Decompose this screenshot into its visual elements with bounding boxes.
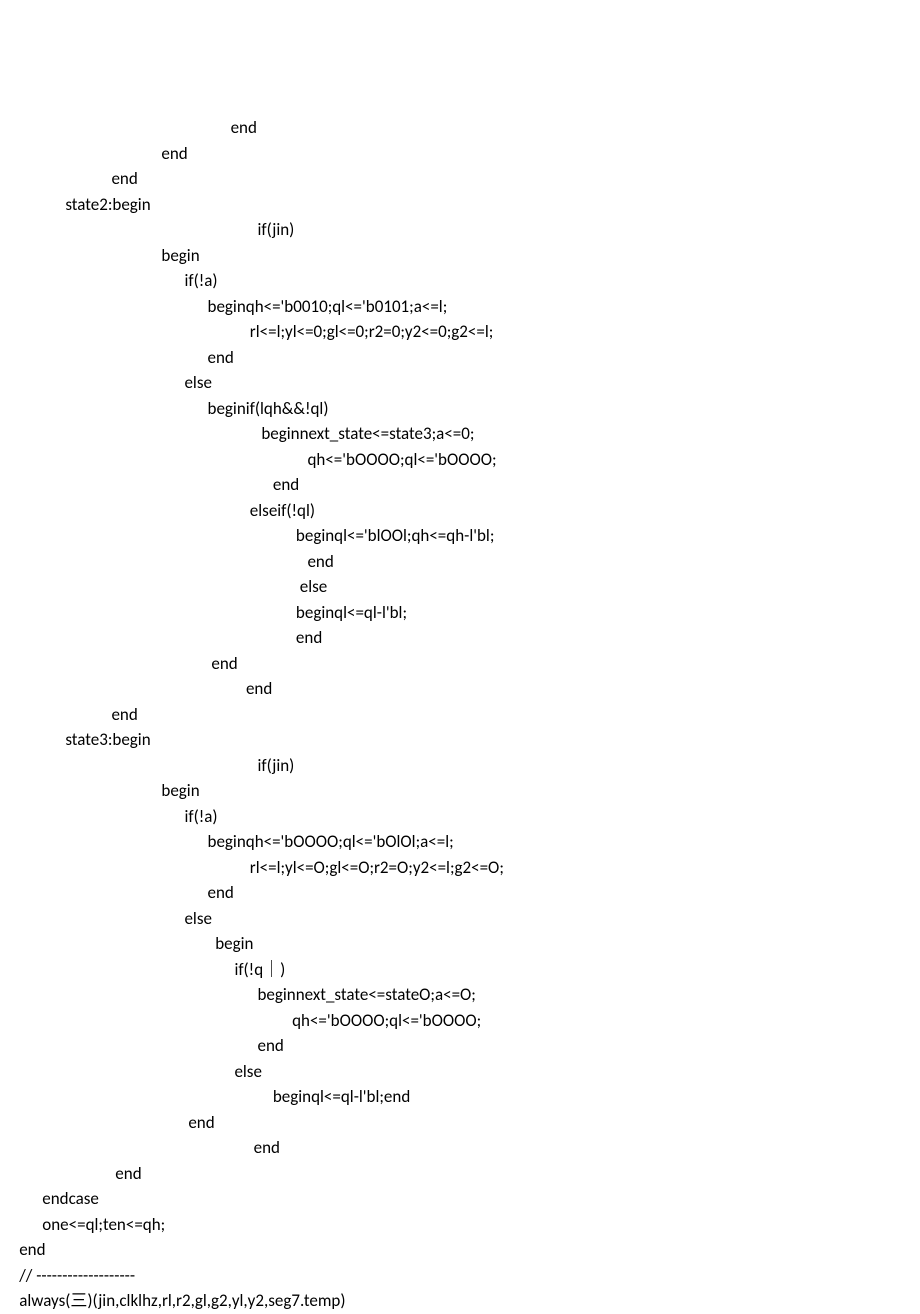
code-line: rl<=l;yl<=0;gl<=0;r2=0;y2<=0;g2<=l;: [0, 319, 920, 345]
code-line: qh<='bOOOO;ql<='bOOOO;: [0, 447, 920, 473]
code-line: beginql<='blOOl;qh<=qh-l'bl;: [0, 523, 920, 549]
code-line: else: [0, 574, 920, 600]
code-line: beginnext_state<=stateO;a<=O;: [0, 982, 920, 1008]
code-line: begin: [0, 931, 920, 957]
code-line: beginql<=ql-l'bl;: [0, 600, 920, 626]
code-line: end: [0, 549, 920, 575]
code-line: end: [0, 115, 920, 141]
code-line: else: [0, 1059, 920, 1085]
code-line: end: [0, 1033, 920, 1059]
code-line: end: [0, 651, 920, 677]
code-line: else: [0, 370, 920, 396]
code-line: beginqh<='b0010;ql<='b0101;a<=l;: [0, 294, 920, 320]
code-line: end: [0, 472, 920, 498]
code-line: end: [0, 1237, 920, 1263]
code-line: end: [0, 1110, 920, 1136]
code-line: end: [0, 345, 920, 371]
code-line: if(!q｜): [0, 957, 920, 983]
code-line: beginql<=ql-l'bl;end: [0, 1084, 920, 1110]
code-line: beginqh<='bOOOO;ql<='bOlOl;a<=l;: [0, 829, 920, 855]
code-line: one<=ql;ten<=qh;: [0, 1212, 920, 1238]
code-line: if(jin): [0, 753, 920, 779]
code-line: if(!a): [0, 268, 920, 294]
code-line: begin: [0, 243, 920, 269]
code-line: rl<=l;yl<=O;gl<=O;r2=O;y2<=l;g2<=O;: [0, 855, 920, 881]
code-line: endcase: [0, 1186, 920, 1212]
code-line: state3:begin: [0, 727, 920, 753]
code-line: end: [0, 1161, 920, 1187]
code-line: end: [0, 141, 920, 167]
code-line: if(!a): [0, 804, 920, 830]
code-listing: end end end state2:begin if(jin): [0, 115, 920, 1314]
code-line: // -------------------: [0, 1263, 920, 1289]
code-line: end: [0, 625, 920, 651]
code-line: end: [0, 880, 920, 906]
code-line: end: [0, 1135, 920, 1161]
code-line: else: [0, 906, 920, 932]
code-line: if(jin): [0, 217, 920, 243]
code-line: end: [0, 676, 920, 702]
code-line: elseif(!ql): [0, 498, 920, 524]
code-line: end: [0, 702, 920, 728]
code-line: end: [0, 166, 920, 192]
code-line: qh<='bOOOO;ql<='bOOOO;: [0, 1008, 920, 1034]
code-line: begin: [0, 778, 920, 804]
code-line: beginif(lqh&&!ql): [0, 396, 920, 422]
code-line: beginnext_state<=state3;a<=0;: [0, 421, 920, 447]
code-line: state2:begin: [0, 192, 920, 218]
